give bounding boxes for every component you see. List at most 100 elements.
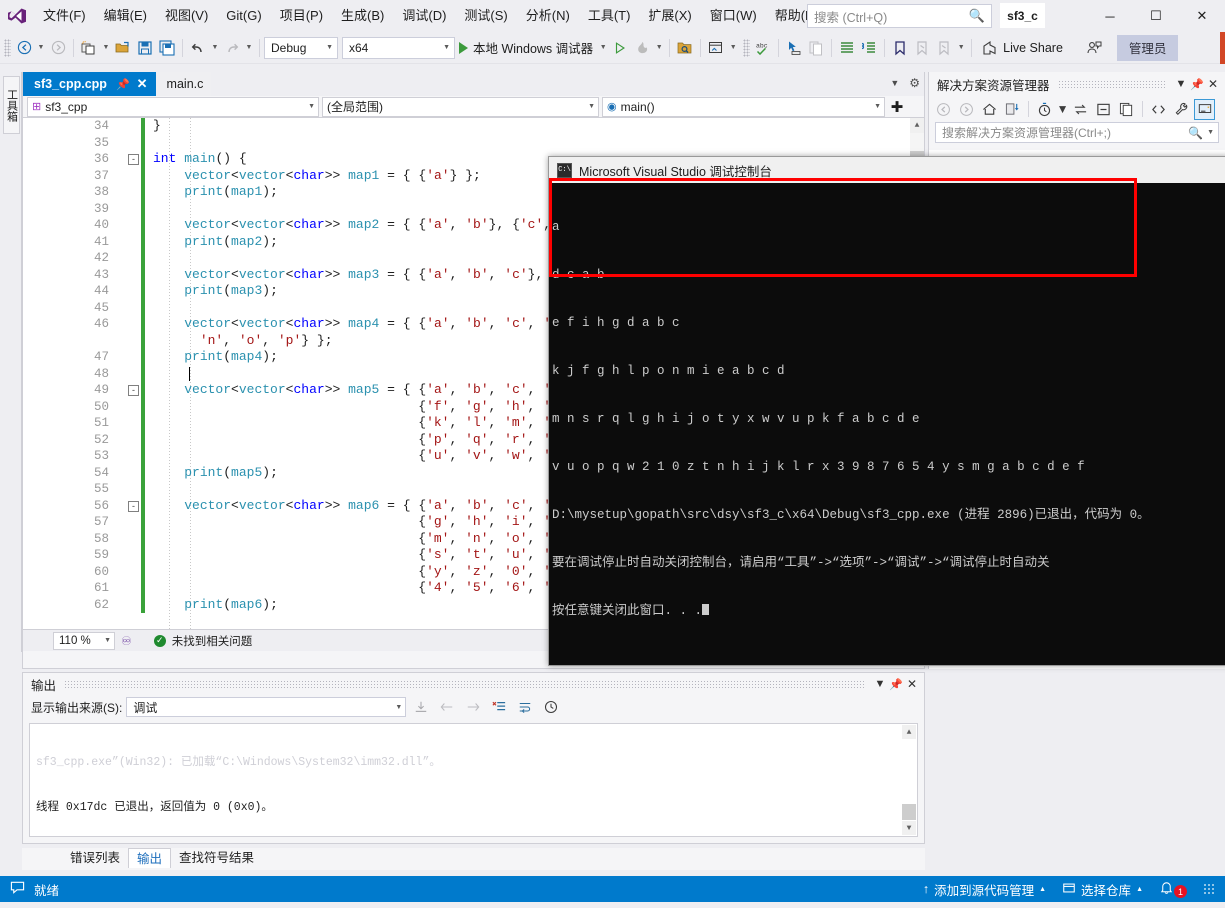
navbar-project-combo[interactable]: ⊞ sf3_cpp ▼ <box>27 96 319 117</box>
select-element-icon[interactable] <box>783 36 805 60</box>
tab-sf3-cpp[interactable]: sf3_cpp.cpp 📌 ✕ <box>23 72 156 96</box>
redo-icon[interactable] <box>221 36 243 60</box>
next-bookmark-icon[interactable] <box>933 36 955 60</box>
solution-explorer-dropdown-icon[interactable]: ▼ <box>727 36 739 60</box>
toggle-word-wrap-icon[interactable] <box>514 697 536 717</box>
go-to-next-message-icon[interactable] <box>462 697 484 717</box>
menu-test[interactable]: 测试(S) <box>455 0 516 32</box>
uncomment-selection-icon[interactable] <box>858 36 880 60</box>
toolbar-overflow-icon[interactable]: ▼ <box>955 36 967 60</box>
add-to-source-control-button[interactable]: ↑ 添加到源代码管理 ▲ <box>923 880 1046 899</box>
show-all-files-icon[interactable] <box>1116 99 1137 120</box>
hot-reload-dropdown-icon[interactable]: ▼ <box>653 36 665 60</box>
go-to-previous-message-icon[interactable] <box>436 697 458 717</box>
toggle-bookmark-icon[interactable] <box>889 36 911 60</box>
redo-dropdown-icon[interactable]: ▼ <box>243 36 255 60</box>
zoom-level-combo[interactable]: 110 % ▼ <box>53 631 115 650</box>
find-message-icon[interactable] <box>410 697 432 717</box>
toolbar-grip[interactable] <box>743 38 751 57</box>
new-project-icon[interactable] <box>78 36 100 60</box>
maximize-icon[interactable]: ☐ <box>1133 0 1179 32</box>
output-scroll-up-icon[interactable]: ▲ <box>902 725 916 739</box>
menu-build[interactable]: 生成(B) <box>332 0 393 32</box>
menu-git[interactable]: Git(G) <box>217 0 270 32</box>
close-icon[interactable]: ✕ <box>1205 77 1221 91</box>
pin-icon[interactable]: 📌 <box>1189 78 1205 91</box>
live-share-button[interactable]: Live Share <box>976 36 1069 60</box>
search-in-files-icon[interactable] <box>674 36 696 60</box>
solution-configuration-combo[interactable]: Debug ▼ <box>264 36 338 59</box>
minimize-icon[interactable]: ─ <box>1087 0 1133 32</box>
output-text-area[interactable]: sf3_cpp.exe”(Win32): 已加载“C:\Windows\Syst… <box>29 723 918 837</box>
refresh-icon[interactable] <box>1070 99 1091 120</box>
tab-find-symbol-results[interactable]: 查找符号结果 <box>171 848 262 868</box>
properties-icon[interactable] <box>1171 99 1192 120</box>
solution-explorer-icon[interactable] <box>705 36 727 60</box>
spell-check-icon[interactable]: abc <box>752 36 774 60</box>
navigate-backward-icon[interactable] <box>13 36 35 60</box>
tab-error-list[interactable]: 错误列表 <box>62 848 128 868</box>
navbar-member-combo[interactable]: ◉ main() ▼ <box>602 96 885 117</box>
menu-extensions[interactable]: 扩展(X) <box>639 0 700 32</box>
pin-icon[interactable]: 📌 <box>888 678 904 691</box>
chevron-down-icon[interactable]: ▼ <box>1173 78 1189 90</box>
show-timestamps-icon[interactable] <box>540 697 562 717</box>
close-icon[interactable]: ✕ <box>137 76 148 92</box>
global-search-box[interactable]: 搜索 (Ctrl+Q) 🔍 <box>807 4 992 28</box>
solution-platform-combo[interactable]: x64 ▼ <box>342 36 455 59</box>
code-line[interactable]: 35 <box>23 134 924 151</box>
pending-changes-icon[interactable] <box>1034 99 1055 120</box>
undo-dropdown-icon[interactable]: ▼ <box>209 36 221 60</box>
save-all-icon[interactable] <box>156 36 178 60</box>
gear-icon[interactable]: ⚙ <box>909 76 920 90</box>
new-project-dropdown-icon[interactable]: ▼ <box>100 36 112 60</box>
editor-scroll-up-icon[interactable]: ▲ <box>910 118 924 133</box>
output-source-combo[interactable]: 调试 ▼ <box>126 697 407 717</box>
clear-all-icon[interactable] <box>488 697 510 717</box>
navigate-backward-dropdown-icon[interactable]: ▼ <box>35 36 47 60</box>
fold-toggle-icon[interactable]: - <box>128 385 139 396</box>
feedback-person-icon[interactable] <box>1083 36 1105 60</box>
toolbar-grip[interactable] <box>4 38 11 57</box>
tab-output[interactable]: 输出 <box>128 848 172 868</box>
menu-tools[interactable]: 工具(T) <box>579 0 640 32</box>
start-debugging-button[interactable]: 本地 Windows 调试器 <box>455 36 597 60</box>
comment-selection-icon[interactable] <box>836 36 858 60</box>
fold-toggle-icon[interactable]: - <box>128 154 139 165</box>
chevron-down-icon[interactable]: ▼ <box>1057 99 1069 120</box>
hot-reload-icon[interactable] <box>631 36 653 60</box>
menu-project[interactable]: 项目(P) <box>271 0 332 32</box>
open-file-icon[interactable] <box>112 36 134 60</box>
previous-bookmark-icon[interactable] <box>911 36 933 60</box>
preview-selected-items-icon[interactable] <box>1194 98 1215 120</box>
menu-file[interactable]: 文件(F) <box>34 0 95 32</box>
code-line[interactable]: 34} <box>23 118 924 135</box>
forward-icon[interactable] <box>956 99 977 120</box>
chevron-down-icon[interactable]: ▼ <box>872 678 888 690</box>
save-icon[interactable] <box>134 36 156 60</box>
menu-window[interactable]: 窗口(W) <box>701 0 766 32</box>
select-repository-button[interactable]: 选择仓库 ▲ <box>1062 880 1143 899</box>
sync-with-active-document-icon[interactable] <box>1002 99 1023 120</box>
undo-icon[interactable] <box>187 36 209 60</box>
close-icon[interactable]: ✕ <box>1179 0 1225 32</box>
clipboard-ring-icon[interactable] <box>805 36 827 60</box>
pin-icon[interactable]: 📌 <box>116 78 130 91</box>
fold-toggle-icon[interactable]: - <box>128 500 139 512</box>
start-without-debugging-icon[interactable] <box>609 36 631 60</box>
notifications-button[interactable]: 1 <box>1159 880 1187 898</box>
solution-explorer-search[interactable]: 搜索解决方案资源管理器(Ctrl+;) 🔍 ▼ <box>935 122 1219 143</box>
view-code-icon[interactable] <box>1148 99 1169 120</box>
intellicode-icon[interactable]: ♾ <box>121 634 132 648</box>
toolbox-tab[interactable]: 工具箱 <box>3 76 20 134</box>
debug-console-window[interactable]: C:\ Microsoft Visual Studio 调试控制台 a d c … <box>548 156 1225 666</box>
chevron-down-icon[interactable]: ▼ <box>890 78 899 88</box>
output-scroll-down-icon[interactable]: ▼ <box>902 821 916 835</box>
start-debugging-dropdown-icon[interactable]: ▼ <box>597 36 609 60</box>
back-icon[interactable] <box>933 99 954 120</box>
output-scrollbar-thumb[interactable] <box>902 804 916 820</box>
collapse-all-icon[interactable] <box>1093 99 1114 120</box>
menu-debug[interactable]: 调试(D) <box>393 0 455 32</box>
split-view-icon[interactable]: ✚ <box>888 98 906 116</box>
navbar-scope-combo[interactable]: (全局范围) ▼ <box>322 96 599 117</box>
